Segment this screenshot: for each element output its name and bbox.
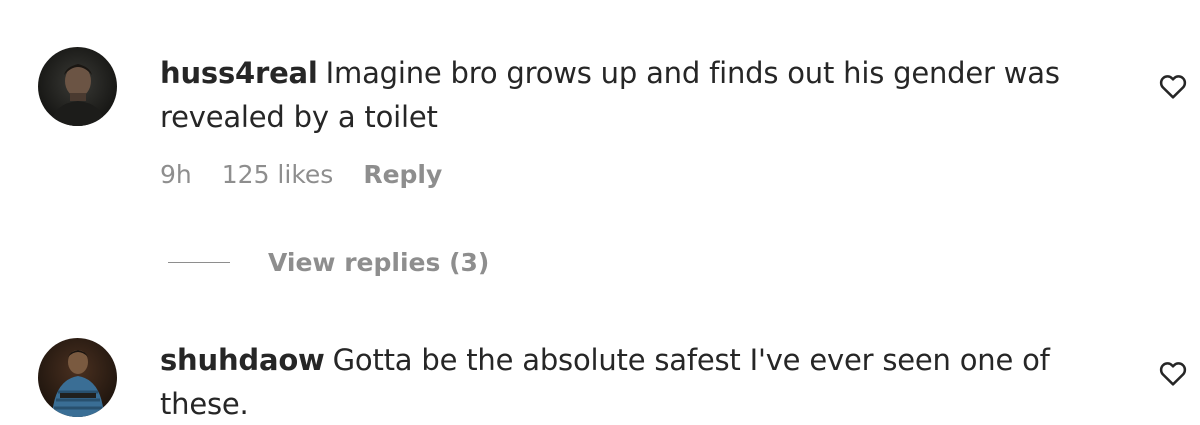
- comment-item: shuhdaow Gotta be the absolute safest I'v…: [0, 320, 1200, 425]
- heart-outline-icon[interactable]: [1157, 357, 1189, 389]
- avatar[interactable]: [38, 338, 117, 417]
- comment-item: huss4real Imagine bro grows up and finds …: [0, 0, 1200, 300]
- comment-username[interactable]: huss4real: [160, 56, 318, 90]
- avatar[interactable]: [38, 47, 117, 126]
- comment-meta: 9h 125 likes Reply: [160, 156, 472, 192]
- comment-like-count[interactable]: 125 likes: [222, 160, 334, 189]
- comment-text: shuhdaow Gotta be the absolute safest I'v…: [160, 338, 1135, 425]
- comment-timestamp[interactable]: 9h: [160, 160, 192, 189]
- reply-button[interactable]: Reply: [363, 160, 442, 189]
- view-replies-button[interactable]: View replies (3): [168, 244, 489, 280]
- comments-section: huss4real Imagine bro grows up and finds …: [0, 0, 1200, 425]
- view-replies-label: View replies (3): [268, 247, 490, 277]
- view-replies-divider: [168, 261, 230, 263]
- comment-text: huss4real Imagine bro grows up and finds …: [160, 51, 1135, 139]
- comment-username[interactable]: shuhdaow: [160, 343, 325, 377]
- heart-outline-icon[interactable]: [1157, 70, 1189, 102]
